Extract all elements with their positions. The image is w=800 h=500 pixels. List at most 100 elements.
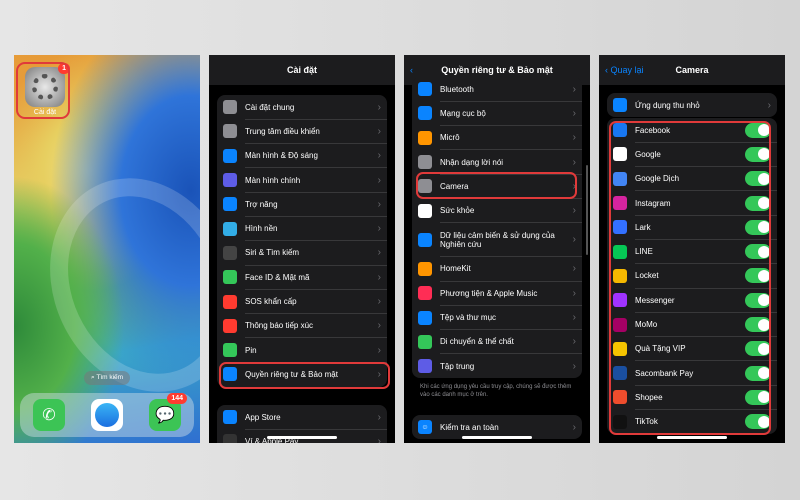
settings-item-label: Hình nền	[245, 224, 278, 234]
settings-item-8[interactable]: SOS khẩn cấp ›	[217, 289, 387, 314]
scrollbar[interactable]	[586, 165, 588, 255]
settings-item-1[interactable]: Trung tâm điều khiển ›	[217, 119, 387, 144]
settings-item-7[interactable]: Face ID & Mật mã ›	[217, 265, 387, 290]
network-icon	[418, 106, 432, 121]
privacy-item-2[interactable]: Micrô ›	[412, 126, 582, 151]
chevron-right-icon: ›	[572, 156, 576, 168]
wallpaper-icon	[223, 221, 237, 236]
settings-item-label: Trung tâm điều khiển	[245, 126, 320, 136]
settings-item-9[interactable]: Thông báo tiếp xúc ›	[217, 314, 387, 339]
display-icon	[223, 148, 237, 163]
privacy-item-1[interactable]: Mạng cục bộ ›	[412, 101, 582, 126]
highlight-camera-apps	[609, 121, 771, 435]
dock: ✆ 💬 144	[20, 393, 194, 437]
privacy-item-label: Tệp và thư mục	[440, 313, 497, 323]
faceid-icon	[223, 270, 237, 285]
privacy-item-label: Bluetooth	[440, 84, 474, 94]
chevron-right-icon: ›	[572, 336, 576, 348]
settings-item-4[interactable]: Trợ năng ›	[217, 192, 387, 217]
accessibility-icon	[223, 197, 237, 212]
settings-item-5[interactable]: Hình nền ›	[217, 216, 387, 242]
messages-badge: 144	[167, 393, 187, 404]
siri-icon	[223, 245, 237, 260]
appstore-icon	[223, 410, 237, 425]
chevron-right-icon: ›	[572, 107, 576, 119]
privacy-item-3[interactable]: Nhận dạng lời nói ›	[412, 150, 582, 175]
settings-item-label: Màn hình & Độ sáng	[245, 151, 318, 161]
battery-icon	[223, 343, 237, 358]
home-screen-icon	[223, 173, 237, 188]
home-screen: Cài đặt 1 ⌕ Tìm kiếm ✆ 💬 144	[14, 55, 200, 443]
settings-item-6[interactable]: Siri & Tìm kiếm ›	[217, 241, 387, 266]
privacy-item-label: Dữ liệu cảm biến & sử dụng của Nghiên cứ…	[440, 230, 555, 249]
music-icon	[418, 286, 432, 301]
privacy-item-9[interactable]: Tệp và thư mục ›	[412, 305, 582, 330]
chevron-right-icon: ›	[377, 271, 381, 283]
widgets-row[interactable]: Ứng dụng thu nhỏ ›	[607, 93, 777, 117]
control-center-icon	[223, 124, 237, 139]
settings-list: Cài đặt chung › Trung tâm điều khiển › Màn h…	[217, 95, 387, 387]
chevron-right-icon: ›	[377, 411, 381, 423]
privacy-item-8[interactable]: Phương tiện & Apple Music ›	[412, 281, 582, 306]
home-indicator	[657, 436, 727, 439]
widgets-list: Ứng dụng thu nhỏ ›	[607, 93, 777, 118]
widgets-label: Ứng dụng thu nhỏ	[635, 100, 700, 110]
settings-item-3[interactable]: Màn hình chính ›	[217, 168, 387, 193]
chevron-right-icon: ›	[572, 312, 576, 324]
chevron-right-icon: ›	[572, 421, 576, 433]
home-indicator	[462, 436, 532, 439]
back-label: Quay lại	[610, 65, 644, 75]
settings-item-0[interactable]: Cài đặt chung ›	[217, 95, 387, 120]
sos-icon	[223, 294, 237, 309]
settings-item-label: Siri & Tìm kiếm	[245, 248, 300, 258]
privacy-item-11[interactable]: Tập trung ›	[412, 354, 582, 378]
speech-icon	[418, 155, 432, 170]
settings-item-10[interactable]: Pin ›	[217, 338, 387, 363]
chevron-right-icon: ›	[377, 150, 381, 162]
exposure-icon	[223, 318, 237, 333]
settings-item2-0[interactable]: App Store ›	[217, 405, 387, 430]
highlight-camera-row	[416, 172, 577, 199]
chevron-right-icon: ›	[377, 125, 381, 137]
privacy-item-0[interactable]: Bluetooth ›	[412, 77, 582, 102]
back-button[interactable]: ‹ Quay lại	[605, 65, 644, 75]
highlight-privacy-row	[219, 362, 390, 389]
safety-check-icon: ☺	[418, 420, 432, 435]
settings-nav-bar: Cài đặt	[209, 55, 395, 85]
chevron-right-icon: ›	[572, 360, 576, 372]
privacy-item-10[interactable]: Di chuyển & thể chất ›	[412, 330, 582, 355]
highlight-settings-app	[16, 62, 70, 119]
messages-app-icon[interactable]: 💬 144	[149, 393, 187, 431]
chevron-right-icon: ›	[572, 263, 576, 275]
phone-app-icon[interactable]: ✆	[33, 399, 65, 431]
settings-item-label: Cài đặt chung	[245, 102, 295, 112]
privacy-item-7[interactable]: HomeKit ›	[412, 257, 582, 282]
chevron-right-icon: ›	[572, 234, 576, 246]
search-pill[interactable]: ⌕ Tìm kiếm	[84, 371, 131, 385]
settings-item-label: SOS khẩn cấp	[245, 297, 297, 307]
privacy-item-label: Sức khỏe	[440, 206, 475, 216]
back-chevron-icon[interactable]: ‹	[410, 65, 413, 75]
chevron-right-icon: ›	[767, 99, 771, 111]
chevron-right-icon: ›	[377, 435, 381, 443]
widgets-icon	[613, 98, 627, 113]
privacy-footnote: Khi các ứng dụng yêu cầu truy cập, chúng…	[420, 384, 572, 398]
health-icon	[418, 203, 432, 218]
chevron-right-icon: ›	[572, 205, 576, 217]
gear-icon	[223, 100, 237, 115]
chevron-right-icon: ›	[572, 132, 576, 144]
settings-screen: Cài đặt Cài đặt chung › Trung tâm điều khi…	[209, 55, 395, 443]
settings-item-2[interactable]: Màn hình & Độ sáng ›	[217, 144, 387, 169]
safari-app-icon[interactable]	[91, 399, 123, 431]
settings-item-label: Màn hình chính	[245, 175, 301, 185]
camera-nav-bar: ‹ Quay lại Camera	[599, 55, 785, 85]
home-indicator	[267, 436, 337, 439]
privacy-item-label: Phương tiện & Apple Music	[440, 288, 538, 298]
privacy-item-label: Nhận dạng lời nói	[440, 157, 504, 167]
privacy-list: Bluetooth › Mạng cục bộ › Micrô › Nhận dạng lờ…	[412, 77, 582, 379]
chevron-right-icon: ›	[377, 198, 381, 210]
wallet-icon	[223, 434, 237, 443]
homekit-icon	[418, 261, 432, 276]
privacy-item-5[interactable]: Sức khỏe ›	[412, 198, 582, 224]
privacy-item-6[interactable]: Dữ liệu cảm biến & sử dụng của Nghiên cứ…	[412, 223, 582, 257]
